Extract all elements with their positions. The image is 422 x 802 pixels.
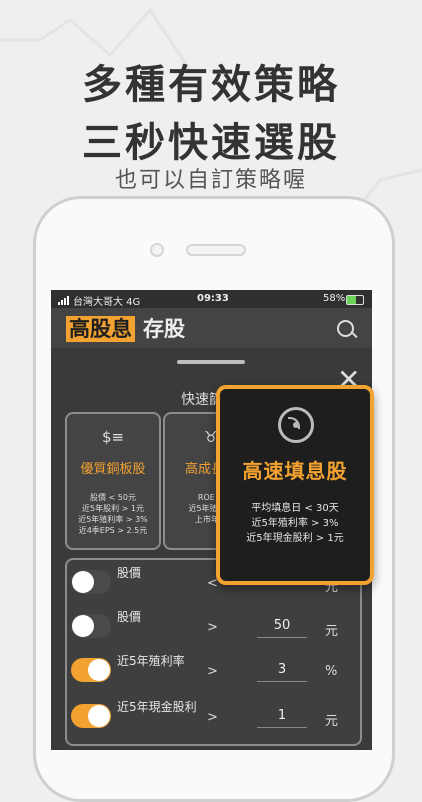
camera-icon: [150, 243, 164, 257]
headline-line-1: 多種有效策略: [82, 62, 340, 108]
strategy-card-title: 優質銅板股: [80, 462, 146, 477]
filter-operator: >: [207, 710, 218, 725]
sheet-drag-handle[interactable]: [177, 360, 245, 364]
popup-description: 平均填息日 < 30天 近5年殖利率 > 3% 近5年現金股利 > 1元: [246, 503, 344, 544]
speedometer-icon: [278, 407, 314, 443]
clock: 09:33: [197, 293, 229, 304]
filter-toggle[interactable]: [71, 570, 111, 594]
filter-row: 近5年現金股利 > 1 元: [67, 696, 360, 736]
strategy-card-copper-stocks[interactable]: $≡ 優質銅板股 股價 < 50元 近5年股利 > 1元 近5年殖利率 > 3% 近4…: [65, 412, 161, 550]
custom-filter-panel: 股價 < 元 股價 > 50 元 近5年殖利率 > 3 % 近5年現金股利 > …: [65, 558, 362, 746]
filter-label: 股價: [117, 610, 142, 624]
status-bar: 台灣大哥大 4G 09:33 58%: [51, 290, 372, 308]
filter-row: 股價 > 50 元: [67, 606, 360, 646]
strategy-highlight-popup[interactable]: 高速填息股 平均填息日 < 30天 近5年殖利率 > 3% 近5年現金股利 > 1元: [216, 385, 374, 585]
filter-label: 近5年現金股利: [117, 700, 197, 714]
headline-line-2: 三秒快速選股: [82, 120, 340, 166]
battery-icon: [346, 295, 364, 305]
filter-unit: 元: [325, 624, 339, 639]
app-header: 高股息 存股: [51, 308, 372, 348]
filter-unit: %: [325, 664, 338, 679]
filter-operator: >: [207, 664, 218, 679]
filter-value-input[interactable]: 50: [257, 618, 307, 638]
filter-toggle[interactable]: [71, 614, 111, 638]
filter-operator: >: [207, 620, 218, 635]
app-logo-text: 存股: [143, 317, 185, 341]
strategy-card-desc: 股價 < 50元 近5年股利 > 1元 近5年殖利率 > 3% 近4季EPS > 2.…: [78, 493, 148, 535]
filter-value-input[interactable]: 1: [257, 708, 307, 728]
search-icon[interactable]: [337, 320, 354, 337]
popup-title: 高速填息股: [242, 459, 348, 483]
filter-row: 近5年殖利率 > 3 %: [67, 650, 360, 690]
coin-stack-icon: $≡: [101, 428, 125, 446]
filter-unit: 元: [325, 714, 339, 729]
app-logo-highlight: 高股息: [66, 316, 135, 342]
headline-subtitle: 也可以自訂策略喔: [114, 168, 307, 193]
filter-toggle[interactable]: [71, 658, 111, 682]
filter-label: 股價: [117, 566, 142, 580]
filter-label: 近5年殖利率: [117, 654, 185, 668]
speaker-grille: [186, 244, 246, 256]
battery-percent: 58%: [323, 293, 346, 304]
filter-toggle[interactable]: [71, 704, 111, 728]
filter-value-input[interactable]: 3: [257, 662, 307, 682]
carrier-label: 台灣大哥大 4G: [73, 297, 141, 308]
signal-icon: [58, 294, 70, 305]
